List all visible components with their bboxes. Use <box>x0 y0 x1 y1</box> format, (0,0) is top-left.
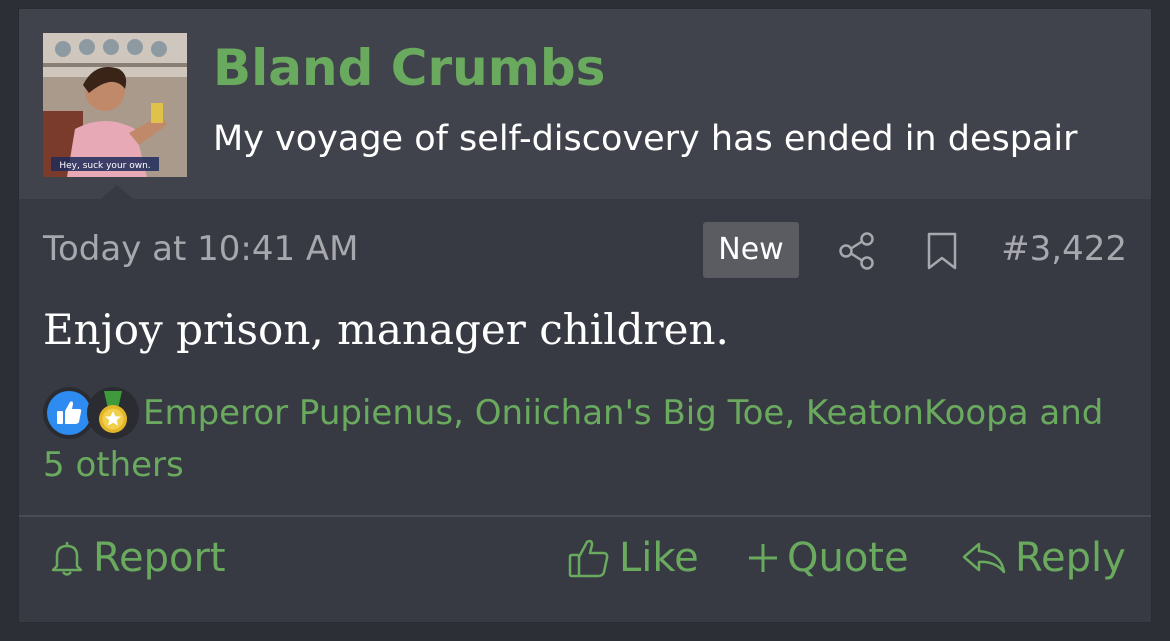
reply-arrow-icon <box>962 542 1006 574</box>
post-message: Enjoy prison, manager children. <box>43 305 729 354</box>
reply-label: Reply <box>1015 535 1126 581</box>
footer-divider <box>19 515 1151 517</box>
username[interactable]: Bland Crumbs <box>213 39 605 97</box>
thumbs-up-icon <box>568 539 609 578</box>
avatar-caption: Hey, suck your own. <box>59 161 150 171</box>
reaction-bar[interactable]: Emperor Pupienus, Oniichan's Big Toe, Ke… <box>43 387 1123 491</box>
report-label: Report <box>93 535 226 581</box>
report-button[interactable]: Report <box>49 535 226 581</box>
post-actions: Report Like Quote Reply <box>19 529 1151 599</box>
medal-icon <box>87 387 139 439</box>
post-timestamp[interactable]: Today at 10:41 AM <box>43 229 359 269</box>
new-badge: New <box>703 222 799 278</box>
user-title: My voyage of self-discovery has ended in… <box>213 119 1078 159</box>
reaction-icons[interactable] <box>43 387 141 439</box>
quote-label: Quote <box>787 535 909 581</box>
reaction-users[interactable]: Emperor Pupienus, Oniichan's Big Toe, Ke… <box>43 393 1103 485</box>
share-icon[interactable] <box>837 231 877 275</box>
reply-button[interactable]: Reply <box>961 535 1126 581</box>
header-arrow <box>101 185 133 199</box>
post-header: Hey, suck your own. Bland Crumbs My voya… <box>19 9 1151 199</box>
quote-button[interactable]: Quote <box>747 535 909 581</box>
bookmark-icon[interactable] <box>925 231 959 275</box>
avatar-image: Hey, suck your own. <box>43 33 187 177</box>
post-container: Hey, suck your own. Bland Crumbs My voya… <box>18 8 1152 623</box>
plus-icon <box>749 544 777 572</box>
post-number[interactable]: #3,422 <box>1001 229 1127 269</box>
post-meta: Today at 10:41 AM New #3,422 <box>19 219 1151 281</box>
like-button[interactable]: Like <box>567 535 699 581</box>
like-label: Like <box>619 535 699 581</box>
avatar[interactable]: Hey, suck your own. <box>43 33 187 177</box>
bell-icon <box>51 542 83 576</box>
